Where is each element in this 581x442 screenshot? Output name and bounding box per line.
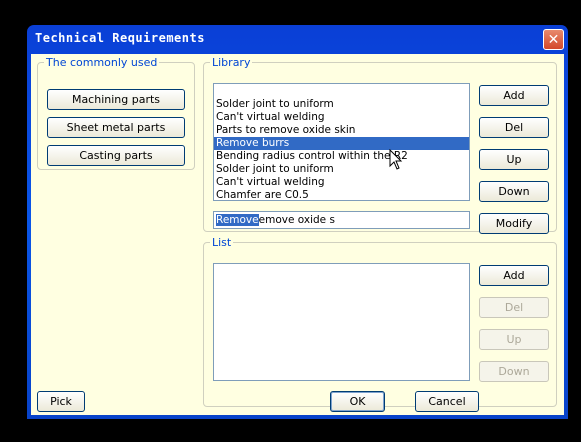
cancel-button[interactable]: Cancel bbox=[415, 391, 479, 412]
list-item[interactable]: Parts to remove oxide skin bbox=[214, 124, 469, 137]
list-item[interactable]: Chamfer are C0.5 bbox=[214, 189, 469, 200]
dialog-client: The commonly used Machining parts Sheet … bbox=[31, 54, 564, 415]
machining-parts-button[interactable]: Machining parts bbox=[47, 89, 185, 110]
window-title: Technical Requirements bbox=[35, 31, 205, 45]
library-down-button[interactable]: Down bbox=[479, 181, 549, 202]
library-up-button[interactable]: Up bbox=[479, 149, 549, 170]
library-add-button[interactable]: Add bbox=[479, 85, 549, 106]
edit-selected-text: Remove bbox=[216, 214, 259, 226]
library-edit-field[interactable]: Removeemove oxide s bbox=[213, 211, 470, 229]
casting-parts-button[interactable]: Casting parts bbox=[47, 145, 185, 166]
list-group: List Add Del Up Down bbox=[203, 236, 557, 407]
dialog-window: Technical Requirements ✕ The commonly us… bbox=[27, 25, 568, 419]
pick-button[interactable]: Pick bbox=[37, 391, 85, 412]
list-add-button[interactable]: Add bbox=[479, 265, 549, 286]
modify-button[interactable]: Modify bbox=[479, 213, 549, 234]
ok-button[interactable]: OK bbox=[330, 391, 385, 412]
library-group: Library Solder joint to uniform Can't vi… bbox=[203, 56, 557, 234]
list-legend: List bbox=[212, 236, 232, 249]
title-bar: Technical Requirements ✕ bbox=[27, 25, 568, 53]
list-item[interactable]: Bending radius control within the R2 bbox=[214, 150, 469, 163]
library-legend: Library bbox=[212, 56, 251, 69]
list-item[interactable]: Can't virtual welding bbox=[214, 111, 469, 124]
list-up-button[interactable]: Up bbox=[479, 329, 549, 350]
sheet-metal-parts-button[interactable]: Sheet metal parts bbox=[47, 117, 185, 138]
list-item[interactable]: Solder joint to uniform bbox=[214, 98, 469, 111]
commonly-used-group: The commonly used Machining parts Sheet … bbox=[37, 56, 195, 170]
list-item-selected[interactable]: Remove burrs bbox=[214, 137, 469, 150]
commonly-used-legend: The commonly used bbox=[46, 56, 158, 69]
library-del-button[interactable]: Del bbox=[479, 117, 549, 138]
edit-remaining-text: emove oxide s bbox=[258, 214, 335, 226]
list-item[interactable]: Can't virtual welding bbox=[214, 176, 469, 189]
mouse-pointer-icon bbox=[389, 149, 403, 170]
library-listbox[interactable]: Solder joint to uniform Can't virtual we… bbox=[213, 83, 470, 201]
list-item[interactable]: Solder joint to uniform bbox=[214, 163, 469, 176]
list-del-button[interactable]: Del bbox=[479, 297, 549, 318]
close-icon[interactable]: ✕ bbox=[543, 29, 564, 50]
selected-list-box[interactable] bbox=[213, 263, 470, 381]
list-down-button[interactable]: Down bbox=[479, 361, 549, 382]
